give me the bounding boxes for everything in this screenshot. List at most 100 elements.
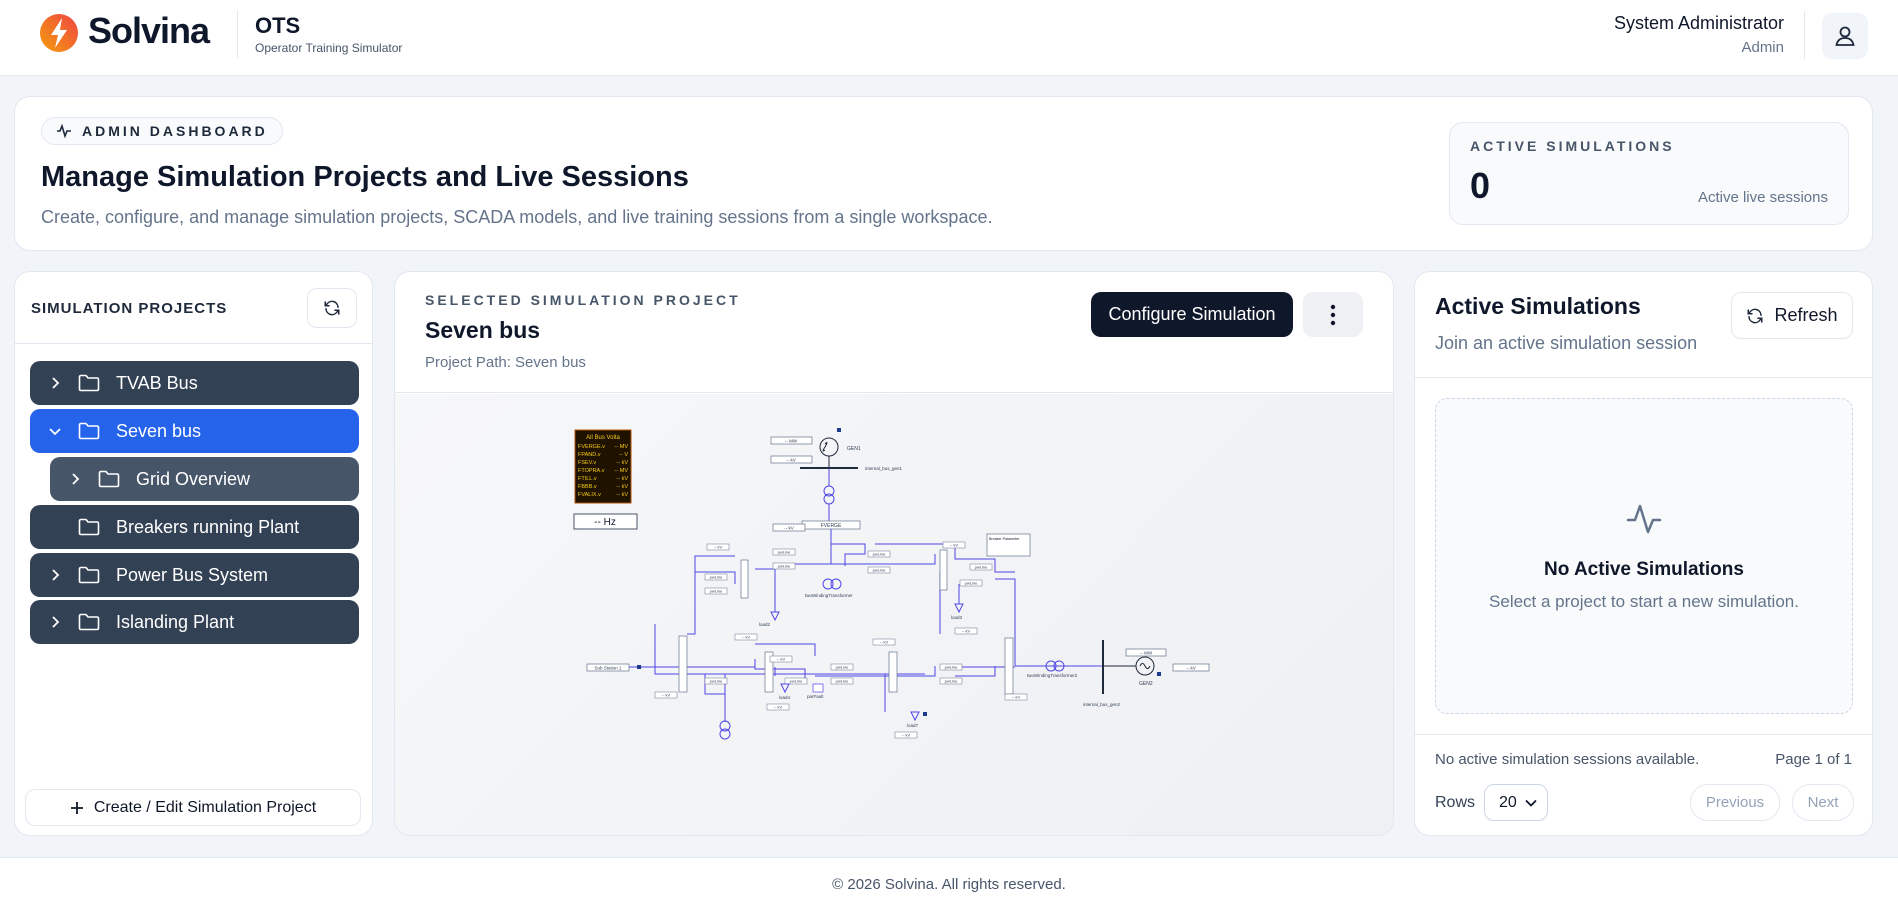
configure-simulation-button[interactable]: Configure Simulation [1091, 292, 1293, 337]
project-item-power-bus-system[interactable]: Power Bus System [30, 553, 359, 597]
refresh-button[interactable]: Refresh [1731, 292, 1853, 339]
projects-title: SIMULATION PROJECTS [31, 300, 228, 317]
voltage-row-label: FPAND.v [578, 452, 601, 458]
user-name: System Administrator [1613, 13, 1784, 33]
load2-label: load2 [759, 622, 771, 627]
folder-icon [78, 422, 100, 440]
chevron-down-icon [1525, 799, 1537, 807]
footer: © 2026 Solvina. All rights reserved. [0, 857, 1898, 903]
header-divider-right [1804, 11, 1805, 59]
voltage-row-label: FTILL.v [578, 476, 597, 482]
load-symbols [770, 603, 964, 722]
scada-diagram-canvas[interactable]: All Bus Volta FVERGE.v -- MV FPAND.v -- … [395, 394, 1393, 835]
header-divider [237, 10, 238, 58]
measurement-value: -- kV [777, 657, 786, 662]
selected-project-panel: SELECTED SIMULATION PROJECT Seven bus Pr… [394, 271, 1394, 836]
user-role: Admin [1741, 39, 1784, 56]
gen2-setpoint: -- MW [1140, 651, 1153, 656]
breaker-label: pwLine [965, 581, 978, 586]
voltage-row-value: -- V [619, 452, 628, 458]
load7-label: load7 [907, 723, 919, 728]
fverge-label: FVERGE [821, 523, 842, 529]
breaker-parameter-title: Breaker Parameter [989, 537, 1020, 541]
chevron-right-icon[interactable] [48, 377, 62, 389]
create-project-button[interactable]: Create / Edit Simulation Project [25, 789, 361, 826]
breaker-label: pwLine [975, 565, 988, 570]
previous-page-button[interactable]: Previous [1690, 784, 1780, 821]
bus-voltage-panel: All Bus Volta FVERGE.v -- MV FPAND.v -- … [574, 429, 632, 504]
admin-dashboard-badge: ADMIN DASHBOARD [41, 117, 283, 145]
measurement-value: -- kV [714, 545, 723, 550]
bus-bar [1004, 637, 1014, 695]
app-subtitle: Operator Training Simulator [255, 41, 403, 55]
project-item-breakers-running-plant[interactable]: Breakers running Plant [30, 505, 359, 549]
measurement-value: -- kV [742, 635, 751, 640]
sessions-status: No active simulation sessions available. [1435, 751, 1700, 768]
parfault-label: parFault [807, 694, 824, 699]
measurement-value: -- kV [1012, 695, 1021, 700]
chevron-right-icon[interactable] [48, 569, 62, 581]
measurement-value: -- kV [902, 733, 911, 738]
user-avatar-button[interactable] [1822, 13, 1868, 59]
voltage-row-value: -- MV [615, 468, 629, 474]
breaker-label: pwLine [790, 679, 803, 684]
brand-name: Solvina [88, 10, 210, 51]
more-options-button[interactable] [1303, 292, 1363, 337]
sub-station-label: Sub Station 1 [594, 666, 622, 671]
gen1-voltage: -- kV [786, 458, 796, 463]
empty-state: No Active Simulations Select a project t… [1435, 398, 1853, 714]
gen2-voltage: -- kV [1186, 666, 1196, 671]
solvina-logo-icon [40, 14, 78, 52]
transmission-lines [595, 529, 1105, 714]
voltage-row-label: FBBB.v [578, 484, 597, 490]
reload-projects-button[interactable] [307, 288, 357, 328]
breaker-label: pwLine [836, 679, 849, 684]
rows-per-page-select[interactable]: 20 [1484, 784, 1548, 821]
top-bar: Solvina OTS Operator Training Simulator … [0, 0, 1898, 76]
page-description: Create, configure, and manage simulation… [41, 207, 993, 227]
selected-project-path: Project Path: Seven bus [425, 354, 586, 371]
copyright-text: © 2026 Solvina. All rights reserved. [832, 876, 1066, 893]
chevron-right-icon[interactable] [48, 616, 62, 628]
selected-project-title: Seven bus [425, 317, 541, 343]
plus-icon [70, 801, 83, 814]
bus-bar [939, 549, 948, 591]
user-icon [1835, 26, 1855, 46]
rows-label: Rows [1435, 794, 1476, 811]
gen1-setpoint: -- MW [785, 439, 798, 444]
gen2-node [1157, 672, 1161, 676]
measurement-boxes: -- kV -- kV -- kV -- kV -- kV -- kV -- k… [654, 541, 1028, 739]
sub-station-node [637, 665, 641, 669]
project-item-islanding-plant[interactable]: Islanding Plant [30, 600, 359, 644]
page-title: Manage Simulation Projects and Live Sess… [41, 161, 689, 193]
chevron-right-icon[interactable] [68, 473, 82, 485]
project-item-grid-overview[interactable]: Grid Overview [50, 457, 359, 501]
voltage-row-value: -- kV [616, 492, 628, 498]
voltage-row-label: FVALIX.v [578, 492, 601, 498]
folder-icon [78, 566, 100, 584]
selected-project-kicker: SELECTED SIMULATION PROJECT [425, 292, 741, 308]
chevron-down-icon[interactable] [48, 426, 62, 436]
breaker-label: pwLine [710, 575, 723, 580]
more-vertical-icon [1330, 304, 1336, 325]
transformer-label: twoWindingTransformer [805, 593, 853, 598]
gen2-bus-label: internal_bus_gen2 [1083, 702, 1121, 707]
voltage-row-value: -- kV [616, 476, 628, 482]
voltage-row-label: FSEV.v [578, 460, 596, 466]
load4-label: load4 [779, 695, 791, 700]
two-winding-transformer [822, 578, 842, 590]
measurement-value: -- kV [774, 705, 783, 710]
app-name: OTS [255, 13, 301, 38]
next-page-button[interactable]: Next [1792, 784, 1854, 821]
project-item-tvab-bus[interactable]: TVAB Bus [30, 361, 359, 405]
project-item-seven-bus[interactable]: Seven bus [30, 409, 359, 453]
breaker-label: pwLine [945, 665, 958, 670]
gen2-label: GEN2 [1139, 681, 1153, 687]
parfault-box [812, 683, 824, 693]
breaker-label: pwLine [873, 568, 886, 573]
seven-bus-diagram: All Bus Volta FVERGE.v -- MV FPAND.v -- … [573, 428, 1210, 740]
measurement-value: -- kV [962, 629, 971, 634]
active-simulations-subtitle: Join an active simulation session [1435, 333, 1698, 353]
project-item-label: Seven bus [116, 420, 202, 441]
project-item-label: TVAB Bus [116, 372, 198, 393]
